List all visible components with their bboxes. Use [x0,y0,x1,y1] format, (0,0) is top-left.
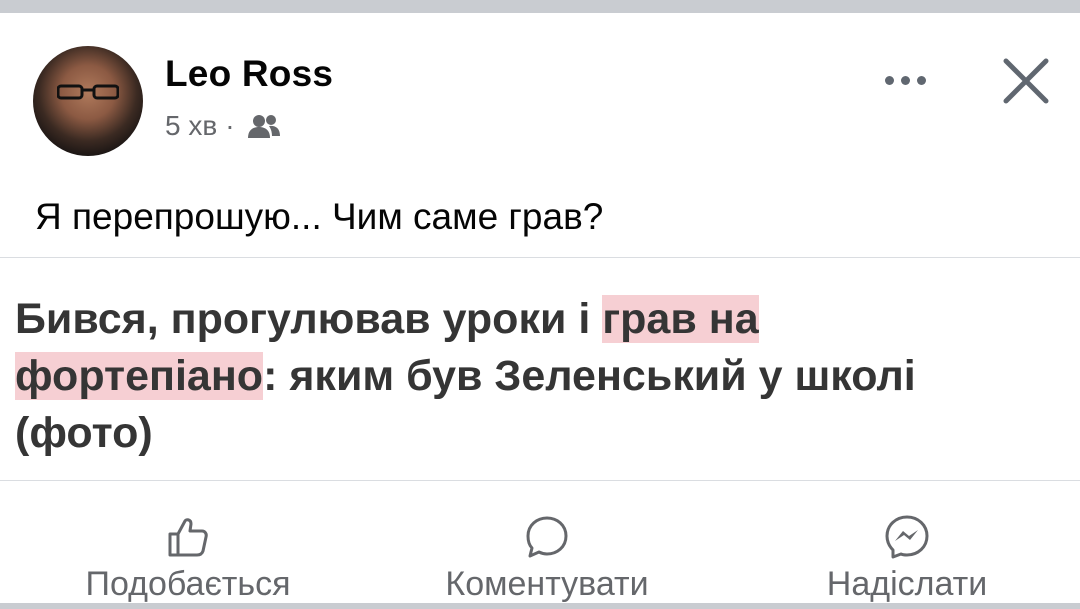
close-icon[interactable] [996,51,1056,111]
author-name[interactable]: Leo Ross [165,53,333,95]
divider [0,257,1080,258]
post-text: Я перепрошую... Чим саме грав? [35,196,604,237]
bottom-strip [0,603,1080,609]
friends-icon[interactable] [247,113,281,139]
avatar[interactable] [33,46,143,156]
post-card: Leo Ross 5 хв · Я перепрошую... Чим саме… [0,13,1080,603]
more-dot [916,75,926,85]
article-title-text: Бився, прогулював уроки і [15,295,603,343]
shared-article-title[interactable]: Бився, прогулював уроки і грав на фортепі… [15,291,1065,462]
avatar-glasses-graphic [57,84,119,100]
article-title-highlight: грав на [602,295,759,343]
meta-separator: · [225,110,235,141]
divider [0,480,1080,481]
send-button[interactable]: Надіслати [757,503,1057,603]
comment-button[interactable]: Коментувати [397,503,697,603]
post-time[interactable]: 5 хв [165,110,217,142]
like-icon [168,518,208,557]
more-dot [884,75,894,85]
like-button[interactable]: Подобається [38,503,338,603]
action-bar: Подобається Коментувати Надіслати [0,503,1080,603]
more-options-icon[interactable] [872,57,938,103]
like-button-label: Подобається [85,565,291,603]
post-meta: 5 хв · [165,110,281,142]
more-dot [900,75,910,85]
messenger-icon [885,515,929,559]
top-strip [0,0,1080,13]
comment-button-label: Коментувати [445,565,649,603]
send-button-label: Надіслати [826,565,988,603]
comment-icon [526,516,568,558]
article-title-highlight: фортепіано [15,352,264,400]
